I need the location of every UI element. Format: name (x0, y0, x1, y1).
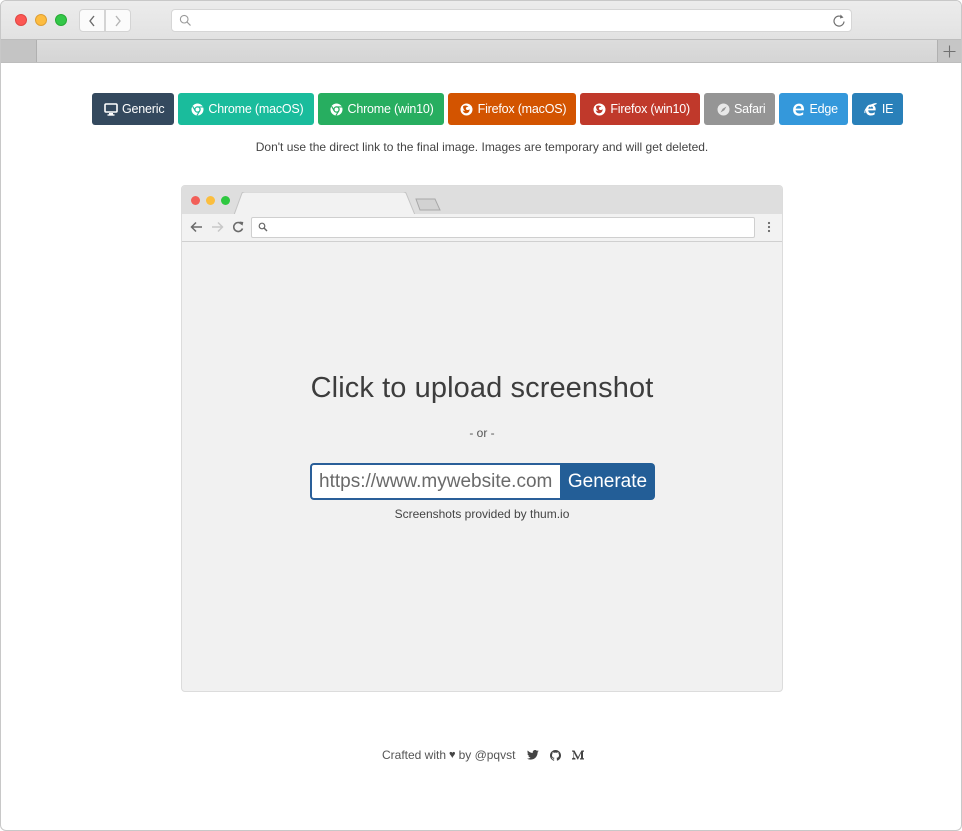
safari-icon (716, 102, 730, 116)
firefox-icon (592, 102, 606, 116)
device-selector: Generic Chrome (macOS) Chrome (win10) Fi… (92, 93, 904, 125)
search-icon (179, 14, 191, 26)
device-button-label: Generic (122, 102, 165, 116)
ie-icon (864, 102, 878, 116)
forward-button[interactable] (105, 9, 131, 32)
footer-crafted-text: Crafted with (382, 748, 447, 762)
medium-icon (572, 750, 585, 760)
upload-screenshot-link[interactable]: Click to upload screenshot (182, 372, 782, 405)
device-button-chrome-win10[interactable]: Chrome (win10) (317, 93, 444, 125)
github-icon (550, 749, 562, 761)
mock-minimize-dot (206, 196, 215, 205)
device-button-safari[interactable]: Safari (704, 93, 776, 125)
mock-close-dot (191, 196, 200, 205)
mock-toolbar (182, 214, 782, 242)
browser-window: Generic Chrome (macOS) Chrome (win10) Fi… (0, 0, 962, 831)
kebab-menu-icon (767, 221, 771, 233)
mock-new-tab (415, 198, 441, 211)
reload-icon[interactable] (832, 13, 846, 28)
or-divider: - or - (469, 426, 495, 440)
device-button-label: Chrome (macOS) (208, 102, 304, 116)
upload-area[interactable]: Click to upload screenshot - or - Genera… (182, 243, 782, 691)
arrow-right-icon (212, 221, 224, 233)
heart-icon: ♥ (449, 749, 456, 761)
back-button[interactable] (79, 9, 105, 32)
maximize-window-button[interactable] (55, 14, 67, 26)
device-button-firefox-macos[interactable]: Firefox (macOS) (447, 93, 577, 125)
device-button-chrome-macos[interactable]: Chrome (macOS) (178, 93, 314, 125)
title-bar (1, 1, 961, 39)
device-button-label: Edge (809, 102, 838, 116)
chrome-icon (190, 102, 204, 116)
screenshot-preview-frame[interactable]: Click to upload screenshot - or - Genera… (181, 185, 783, 692)
tab-bar (1, 39, 961, 63)
device-button-label: Safari (734, 102, 766, 116)
warning-text: Don't use the direct link to the final i… (255, 140, 709, 154)
firefox-icon (460, 102, 474, 116)
device-button-label: Firefox (win10) (610, 102, 690, 116)
footer: Crafted with ♥ by @pqvst (382, 748, 585, 762)
edge-icon (791, 102, 805, 116)
address-bar[interactable] (171, 9, 852, 32)
twitter-icon (527, 750, 540, 760)
provider-credit: Screenshots provided by thum.io (394, 507, 570, 521)
mock-address-bar (251, 217, 755, 238)
device-button-label: Chrome (win10) (347, 102, 434, 116)
chevron-right-icon (115, 15, 121, 26)
search-icon (258, 222, 268, 232)
tab[interactable] (1, 40, 37, 62)
medium-link[interactable] (572, 750, 585, 760)
device-button-label: Firefox (macOS) (477, 102, 567, 116)
new-tab-button[interactable] (937, 40, 961, 62)
mock-maximize-dot (221, 196, 230, 205)
chrome-icon (330, 102, 344, 116)
github-link[interactable] (550, 749, 562, 761)
twitter-link[interactable] (527, 750, 540, 760)
device-button-ie[interactable]: IE (851, 93, 904, 125)
generate-button[interactable]: Generate (560, 463, 655, 500)
website-url-input[interactable] (310, 463, 560, 500)
mock-title-bar (182, 186, 782, 215)
close-window-button[interactable] (15, 14, 27, 26)
footer-author-text: by @pqvst (458, 748, 516, 762)
arrow-left-icon (190, 221, 202, 233)
url-form: Generate (310, 463, 655, 500)
reload-icon (232, 221, 244, 233)
device-button-label: IE (881, 102, 894, 116)
device-button-firefox-win10[interactable]: Firefox (win10) (580, 93, 700, 125)
chevron-left-icon (89, 15, 95, 26)
minimize-window-button[interactable] (35, 14, 47, 26)
device-button-edge[interactable]: Edge (779, 93, 848, 125)
monitor-icon (104, 102, 118, 116)
plus-icon (943, 45, 956, 57)
device-button-generic[interactable]: Generic (92, 93, 175, 125)
mock-active-tab (234, 192, 416, 215)
